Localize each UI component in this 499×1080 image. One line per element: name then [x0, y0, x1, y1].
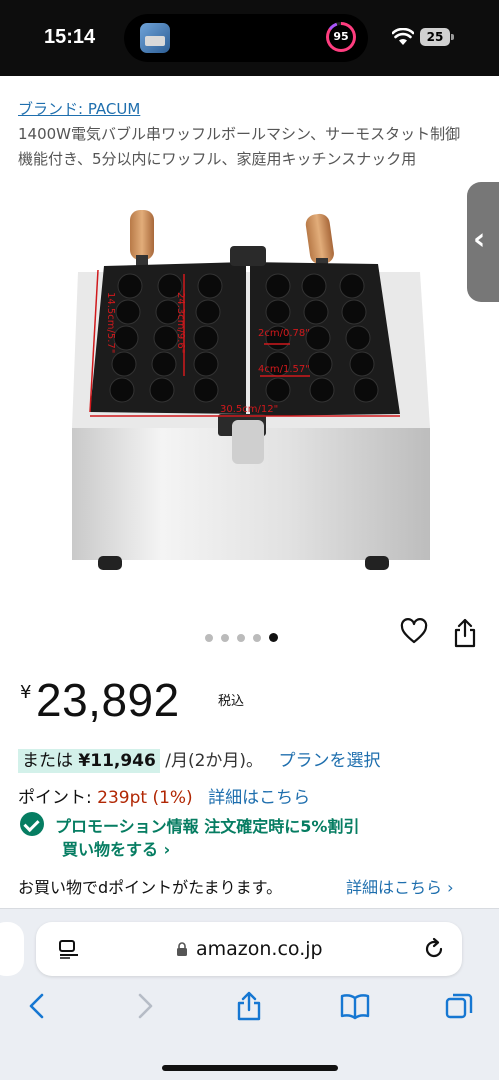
installment-amount: ¥11,946: [78, 751, 156, 771]
page-menu-icon[interactable]: [58, 939, 80, 959]
product-title: 1400W電気バブル串ワッフルボールマシン、サーモスタット制御機能付き、5分以内…: [18, 125, 461, 168]
forward-icon[interactable]: [130, 991, 160, 1021]
heart-icon[interactable]: [400, 618, 428, 646]
battery-indicator: 25: [420, 28, 454, 46]
image-dim-ball: 4cm/1.57": [258, 364, 310, 375]
chevron-left-icon: ‹: [473, 222, 486, 257]
image-dim-width: 30.5cm/12": [220, 404, 278, 415]
reload-icon[interactable]: [422, 937, 446, 961]
points-percent: (1%): [152, 788, 193, 808]
side-panel-tab[interactable]: ‹: [467, 182, 499, 302]
home-indicator[interactable]: [162, 1065, 338, 1071]
url-text: amazon.co.jp: [196, 938, 323, 960]
price-currency: ¥: [20, 682, 32, 703]
carousel-dot[interactable]: [205, 633, 213, 642]
browser-toolbar: amazon.co.jp: [0, 908, 499, 1080]
status-time: 15:14: [44, 26, 96, 48]
installment-highlight: または ¥11,946: [18, 749, 160, 773]
promotion-shop-link[interactable]: 買い物をする ›: [62, 836, 170, 860]
tax-label: 税込: [218, 694, 245, 709]
points-details-link[interactable]: 詳細はこちら: [208, 788, 310, 808]
promotion-text: プロモーション情報 注文確定時に5%割引: [55, 817, 360, 836]
product-image[interactable]: 14.5cm/5.7" 24.3cm/9.6" 2cm/0.78" 4cm/1.…: [60, 200, 440, 590]
dpoint-text: お買い物でdポイントがたまります。: [18, 878, 283, 897]
image-dim-hole: 2cm/0.78": [258, 328, 310, 339]
price-amount: 23,892: [36, 674, 180, 726]
live-activity-app-icon: [140, 23, 170, 53]
installment-term: /月(2か月)。: [165, 751, 264, 771]
carousel-dot-active[interactable]: [269, 633, 278, 642]
dynamic-island[interactable]: 95: [124, 14, 368, 62]
image-dim-depth: 24.3cm/9.6": [175, 292, 186, 353]
address-bar[interactable]: amazon.co.jp: [36, 922, 462, 976]
points-row: ポイント: 239pt (1%) 詳細はこちら: [18, 783, 310, 808]
share-icon[interactable]: [452, 618, 478, 648]
status-bar: 15:14 95 25: [0, 0, 499, 76]
activity-ring-value: 95: [333, 30, 349, 43]
carousel-dot[interactable]: [237, 633, 245, 642]
share-toolbar-icon[interactable]: [234, 991, 264, 1021]
activity-ring-icon: 95: [326, 22, 356, 52]
select-plan-link[interactable]: プランを選択: [278, 751, 380, 771]
points-label: ポイント:: [18, 788, 92, 808]
installment-prefix: または: [22, 751, 73, 771]
image-dim-height: 14.5cm/5.7": [105, 292, 116, 353]
lock-icon: [177, 942, 187, 956]
dpoint-details-link[interactable]: 詳細はこちら ›: [346, 874, 454, 898]
previous-tab-preview[interactable]: [0, 922, 24, 976]
back-icon[interactable]: [22, 991, 52, 1021]
image-carousel-dots[interactable]: [205, 627, 286, 642]
brand-link[interactable]: ブランド: PACUM: [18, 98, 140, 119]
points-value: 239pt: [97, 788, 148, 808]
bookmarks-icon[interactable]: [340, 991, 370, 1021]
wifi-icon: [392, 28, 414, 45]
carousel-dot[interactable]: [253, 633, 261, 642]
tabs-icon[interactable]: [444, 991, 474, 1021]
check-circle-icon: [20, 812, 44, 836]
carousel-dot[interactable]: [221, 633, 229, 642]
installment-row: または ¥11,946 /月(2か月)。 プランを選択: [18, 746, 380, 773]
